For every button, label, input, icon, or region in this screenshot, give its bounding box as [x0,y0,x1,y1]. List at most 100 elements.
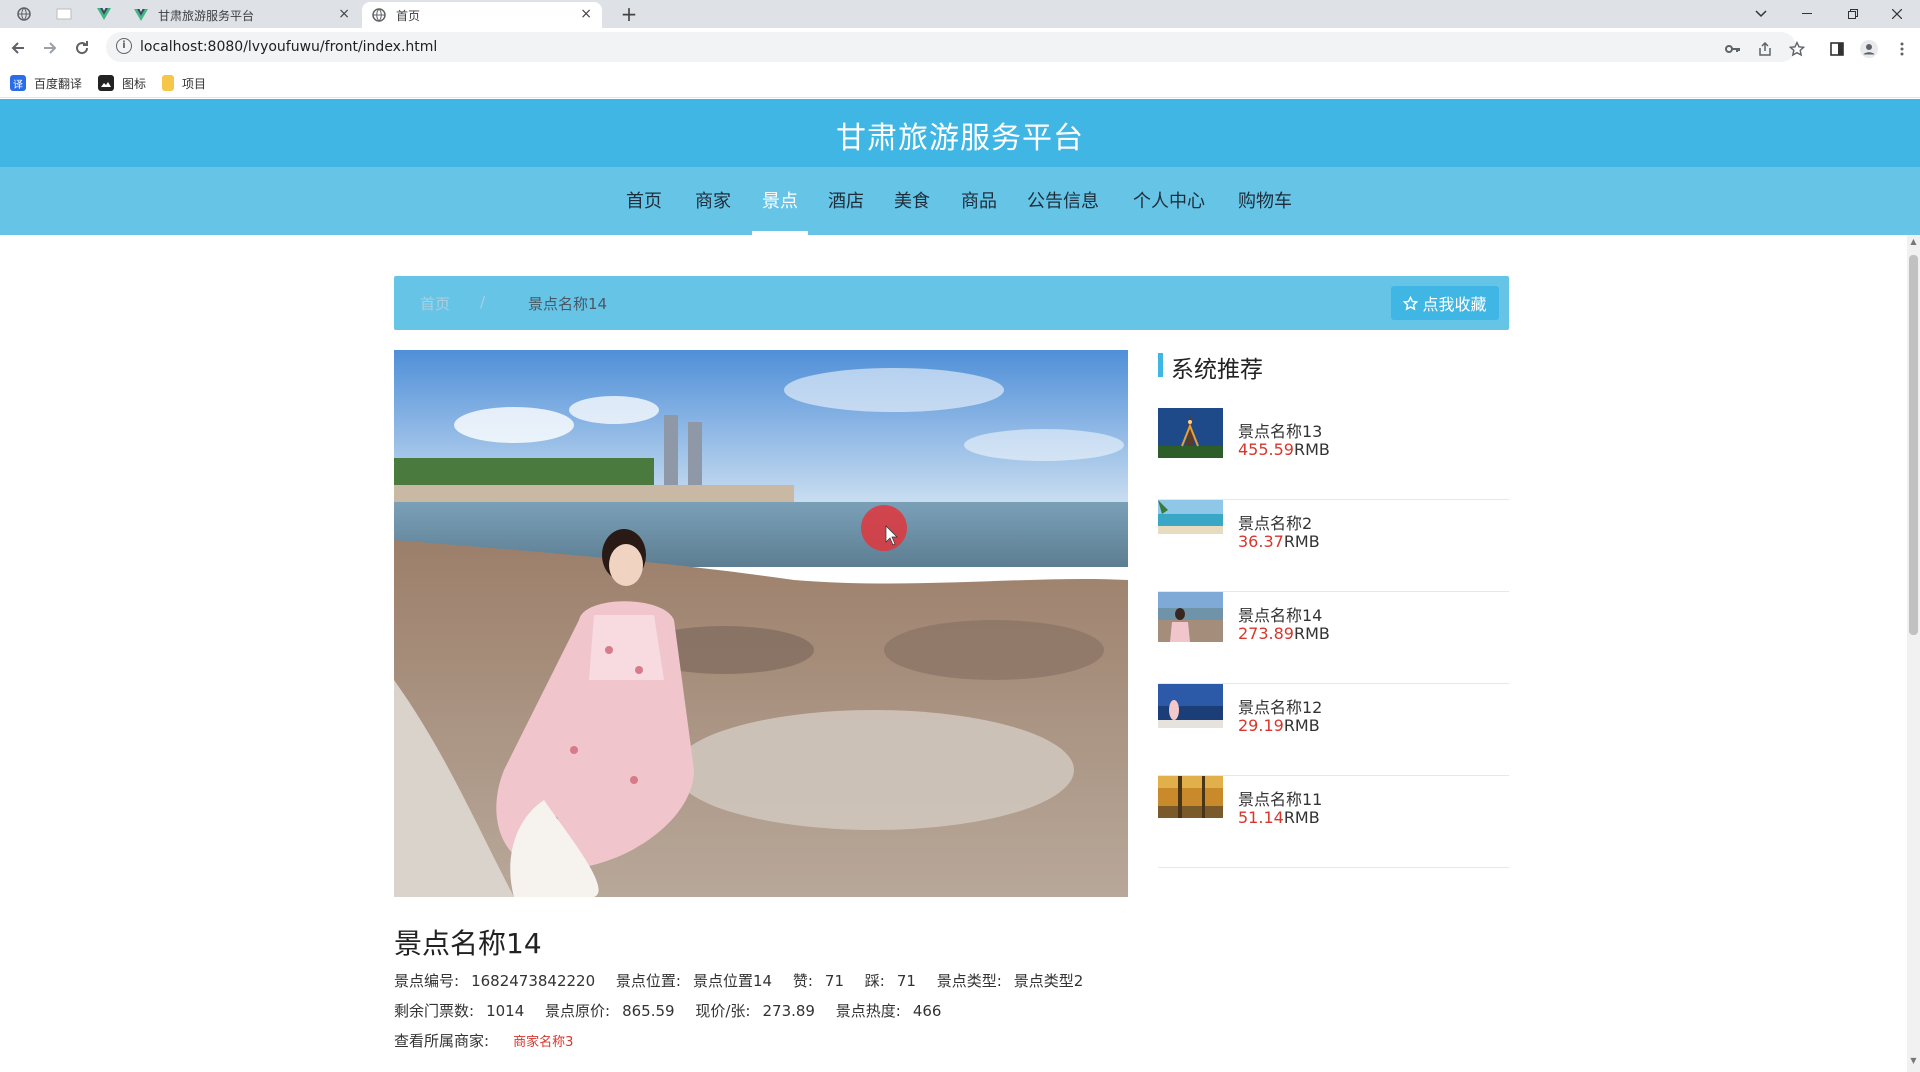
breadcrumb-home[interactable]: 首页 [420,293,450,314]
nav-food[interactable]: 美食 [894,187,930,213]
forward-arrow-icon[interactable] [38,36,62,60]
bookmark-baidu-translate[interactable]: 译 百度翻译 [10,74,82,92]
bookmarks-bar: 译 百度翻译 图标 项目 [0,68,1920,98]
folder-icon [162,75,174,91]
profile-avatar-icon[interactable] [1859,39,1879,59]
address-bar[interactable]: i localhost:8080/lvyoufuwu/front/index.h… [106,32,1796,62]
info-label: 现价/张: [695,1002,751,1020]
address-toolbar: i localhost:8080/lvyoufuwu/front/index.h… [0,28,1920,68]
recommend-thumbnail[interactable] [1158,500,1223,534]
merchant-line: 查看所属商家: 商家名称3 [394,1030,573,1051]
close-tab-icon[interactable]: × [580,6,592,22]
recommend-price: 36.37RMB [1238,532,1320,551]
nav-hotels[interactable]: 酒店 [828,187,864,213]
info-label: 剩余门票数: [394,1002,475,1020]
back-arrow-icon[interactable] [6,36,30,60]
info-value: 865.59 [622,1002,675,1020]
nav-attractions[interactable]: 景点 [762,187,798,213]
info-value: 景点位置14 [692,972,773,990]
recommend-price: 51.14RMB [1238,808,1320,827]
merchant-link[interactable]: 商家名称3 [513,1035,573,1050]
translate-icon: 译 [10,75,26,91]
attraction-main-photo [394,350,1128,897]
merchant-label: 查看所属商家: [394,1032,490,1050]
tab-title: 甘肃旅游服务平台 [158,8,255,23]
close-tab-icon[interactable]: × [338,6,350,22]
recommend-price: 273.89RMB [1238,624,1330,643]
price-value: 455.59 [1238,440,1294,459]
vue-logo-icon [97,8,111,20]
site-header: 甘肃旅游服务平台 [0,99,1920,167]
share-icon[interactable] [1755,39,1775,59]
side-panel-icon[interactable] [1827,39,1847,59]
bookmark-star-icon[interactable] [1787,39,1807,59]
price-value: 36.37 [1238,532,1284,551]
info-value: 71 [824,972,845,990]
recommend-name[interactable]: 景点名称14 [1238,602,1322,626]
recommend-name[interactable]: 景点名称12 [1238,694,1322,718]
recommend-item[interactable]: 景点名称12 29.19RMB [1158,684,1509,776]
site-info-icon[interactable]: i [116,38,132,54]
more-menu-icon[interactable] [1892,39,1912,59]
pinned-tab-blank[interactable] [44,2,84,26]
info-label: 景点类型: [936,972,1002,990]
info-value: 273.89 [762,1002,815,1020]
nav-products[interactable]: 商品 [961,187,997,213]
restore-icon[interactable] [1830,0,1876,28]
recommend-thumbnail[interactable] [1158,592,1223,642]
bookmark-icons[interactable]: 图标 [98,74,146,92]
nav-announcements[interactable]: 公告信息 [1027,187,1099,213]
recommend-name[interactable]: 景点名称11 [1238,786,1322,810]
favorite-button-label: 点我收藏 [1422,295,1487,314]
price-unit: RMB [1293,440,1330,459]
price-unit: RMB [1283,716,1320,735]
price-unit: RMB [1283,532,1320,551]
scroll-up-icon[interactable]: ▲ [1907,237,1920,251]
tab-search-chevron-icon[interactable] [1738,0,1784,28]
recommend-name[interactable]: 景点名称2 [1238,510,1312,534]
tab-home[interactable]: 首页 × [362,2,602,28]
nav-merchants[interactable]: 商家 [695,187,731,213]
price-value: 273.89 [1238,624,1294,643]
bookmark-folder-projects[interactable]: 项目 [162,74,206,92]
browser-tab-strip: 甘肃旅游服务平台 × 首页 × + [0,0,1920,28]
scroll-thumb[interactable] [1909,255,1918,635]
attraction-info-line-2: 剩余门票数: 1014 景点原价: 865.59 现价/张: 273.89 景点热度:… [394,1000,957,1021]
reload-icon[interactable] [70,36,94,60]
recommend-item[interactable]: 景点名称13 455.59RMB [1158,408,1509,500]
nav-home[interactable]: 首页 [626,187,662,213]
globe-icon [17,7,31,21]
recommend-item[interactable]: 景点名称2 36.37RMB [1158,500,1509,592]
pinned-tab-globe[interactable] [4,2,44,26]
price-unit: RMB [1293,624,1330,643]
recommend-item[interactable]: 景点名称11 51.14RMB [1158,776,1509,868]
recommend-thumbnail[interactable] [1158,684,1223,728]
price-value: 29.19 [1238,716,1284,735]
new-tab-button[interactable]: + [616,2,642,26]
globe-icon [372,8,386,22]
tab-gansu-platform[interactable]: 甘肃旅游服务平台 × [124,2,360,28]
page-scrollbar[interactable]: ▲ ▼ [1907,235,1920,1072]
price-unit: RMB [1283,808,1320,827]
bookmark-label: 项目 [182,76,207,91]
nav-cart[interactable]: 购物车 [1238,187,1292,213]
password-key-icon[interactable] [1723,39,1743,59]
recommend-thumbnail[interactable] [1158,408,1223,458]
minimize-icon[interactable] [1784,0,1830,28]
breadcrumb-current: 景点名称14 [528,295,608,313]
star-icon [1403,295,1419,310]
bookmark-label: 百度翻译 [34,76,83,91]
recommend-name[interactable]: 景点名称13 [1238,418,1322,442]
favorite-button[interactable]: 点我收藏 [1391,286,1499,320]
scroll-down-icon[interactable]: ▼ [1907,1056,1920,1070]
recommend-price: 29.19RMB [1238,716,1320,735]
info-label: 赞: [792,972,813,990]
info-value: 1014 [486,1002,525,1020]
pinned-tab-vue[interactable] [84,2,124,26]
close-window-icon[interactable] [1874,0,1920,28]
nav-personal-center[interactable]: 个人中心 [1133,187,1205,213]
url-text: localhost:8080/lvyoufuwu/front/index.htm… [140,39,438,55]
recommend-thumbnail[interactable] [1158,776,1223,818]
recommend-item[interactable]: 景点名称14 273.89RMB [1158,592,1509,684]
info-value: 景点类型2 [1013,972,1084,990]
